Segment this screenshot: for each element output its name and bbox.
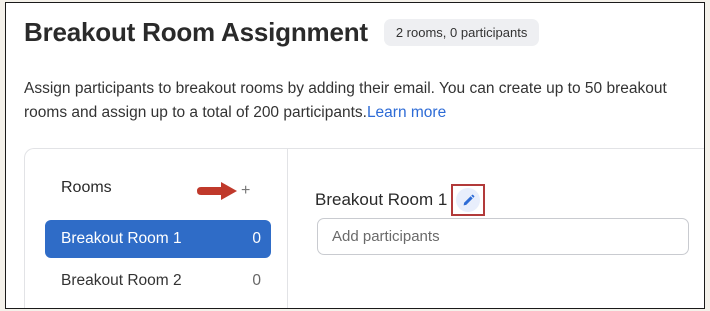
- add-room-plus-icon[interactable]: +: [241, 183, 250, 199]
- room-count: 0: [252, 272, 261, 289]
- learn-more-link[interactable]: Learn more: [367, 104, 446, 121]
- add-participants-input[interactable]: [317, 218, 689, 255]
- room-name: Breakout Room 2: [61, 272, 182, 289]
- page-title: Breakout Room Assignment: [24, 17, 368, 47]
- edit-highlight-box: [451, 184, 486, 216]
- description: Assign participants to breakout rooms by…: [24, 77, 694, 125]
- sidebar-item-breakout-room-1[interactable]: Breakout Room 1 0: [45, 220, 271, 258]
- description-text: Assign participants to breakout rooms by…: [24, 80, 667, 121]
- rooms-panel: Rooms + Breakout Room 1 0 Breakout Room …: [24, 148, 704, 308]
- rooms-count-badge: 2 rooms, 0 participants: [383, 19, 540, 46]
- rooms-label: Rooms: [61, 179, 112, 196]
- pencil-icon: [463, 194, 475, 205]
- header: Breakout Room Assignment 2 rooms, 0 part…: [24, 17, 540, 48]
- room-name: Breakout Room 1: [61, 230, 182, 247]
- breakout-room-dialog: Breakout Room Assignment 2 rooms, 0 part…: [5, 2, 705, 309]
- edit-room-name-button[interactable]: [456, 188, 481, 212]
- rooms-sidebar: Rooms + Breakout Room 1 0 Breakout Room …: [25, 149, 288, 308]
- room-title-row: Breakout Room 1: [315, 184, 486, 216]
- sidebar-item-breakout-room-2[interactable]: Breakout Room 2 0: [45, 262, 271, 300]
- annotation-arrow-icon: [197, 182, 237, 200]
- room-count: 0: [252, 230, 261, 247]
- room-title: Breakout Room 1: [315, 190, 448, 209]
